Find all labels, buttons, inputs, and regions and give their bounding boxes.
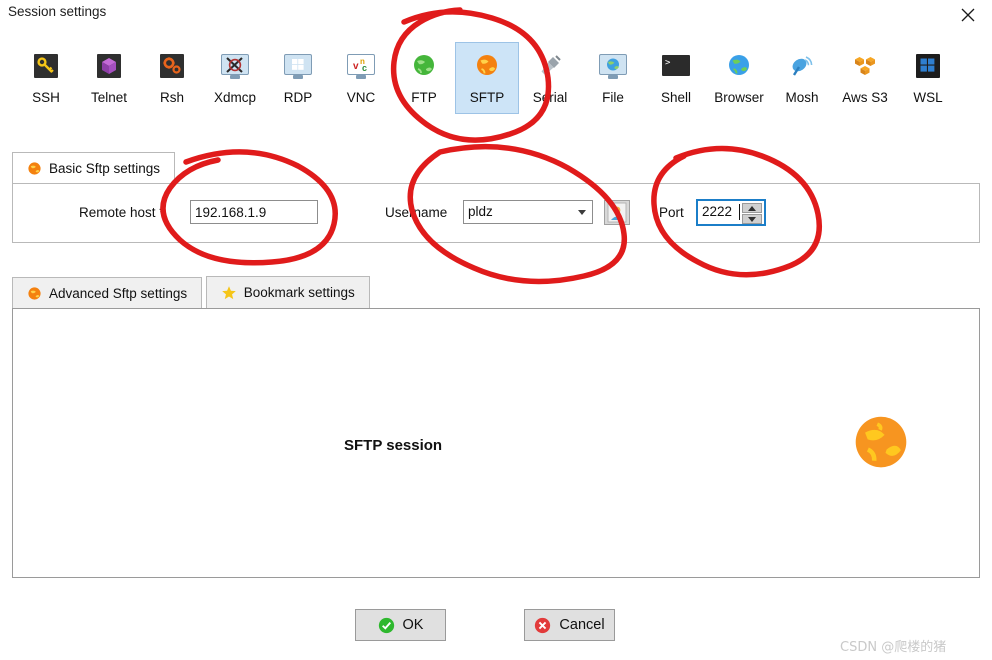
protocol-label: SSH	[32, 90, 60, 105]
cube-icon	[93, 50, 125, 82]
remote-host-label: Remote host *	[79, 205, 165, 220]
protocol-label: Browser	[714, 90, 764, 105]
username-value: pldz	[468, 204, 493, 219]
tab-label: Basic Sftp settings	[49, 161, 161, 176]
basic-tab-strip: Basic Sftp settings	[12, 152, 176, 184]
username-select[interactable]: pldz	[463, 200, 593, 224]
protocol-label: Telnet	[90, 90, 128, 105]
protocol-toolbar: SSH Telnet Rsh Xdmcp RDP v n c VNC FTP S…	[0, 34, 992, 118]
green-globe-icon	[408, 50, 440, 82]
orange-globe-icon	[27, 161, 42, 176]
tab-label: Bookmark settings	[243, 285, 355, 300]
cancel-button-label: Cancel	[559, 617, 605, 633]
tab-label: Advanced Sftp settings	[49, 285, 188, 301]
gears-icon	[156, 50, 188, 82]
svg-text:c: c	[362, 63, 367, 73]
spinner-up-icon[interactable]	[742, 203, 762, 213]
windows-icon	[912, 50, 944, 82]
chevron-down-icon	[578, 210, 586, 215]
protocol-rsh[interactable]: Rsh	[140, 42, 204, 114]
port-label: Port	[659, 205, 684, 220]
protocol-label: Aws S3	[842, 90, 888, 105]
protocol-serial[interactable]: Serial	[518, 42, 582, 114]
blue-globe-icon	[723, 50, 755, 82]
protocol-label: File	[602, 90, 624, 105]
svg-text:>: >	[665, 58, 671, 68]
protocol-label: FTP	[411, 90, 437, 105]
ok-button-label: OK	[402, 617, 424, 633]
session-title: SFTP session	[344, 437, 443, 454]
protocol-ssh[interactable]: SSH	[14, 42, 78, 114]
protocol-label: Xdmcp	[213, 90, 257, 105]
tab-basic-sftp-settings[interactable]: Basic Sftp settings	[12, 152, 176, 184]
terminal-icon: >	[660, 50, 692, 82]
orange-globe-icon	[27, 286, 42, 301]
protocol-browser[interactable]: Browser	[707, 42, 771, 114]
spinner-down-icon[interactable]	[742, 214, 762, 224]
text-cursor	[739, 204, 740, 220]
svg-text:v: v	[353, 61, 359, 72]
protocol-sftp[interactable]: SFTP	[455, 42, 519, 114]
window-titlebar: Session settings	[0, 0, 992, 30]
orange-globe-icon	[471, 50, 503, 82]
session-content-panel	[12, 308, 980, 578]
file-monitor-icon	[597, 50, 629, 82]
protocol-mosh[interactable]: Mosh	[770, 42, 834, 114]
protocol-shell[interactable]: > Shell	[644, 42, 708, 114]
protocol-wsl[interactable]: WSL	[896, 42, 960, 114]
protocol-xdmcp[interactable]: Xdmcp	[203, 42, 267, 114]
port-spinner[interactable]: 2222	[696, 199, 766, 226]
protocol-label: Serial	[532, 90, 568, 105]
remote-host-input[interactable]	[190, 200, 318, 224]
orange-globe-icon	[851, 412, 911, 472]
protocol-telnet[interactable]: Telnet	[77, 42, 141, 114]
protocol-ftp[interactable]: FTP	[392, 42, 456, 114]
username-label: Username	[385, 205, 448, 220]
tab-advanced-sftp-settings[interactable]: Advanced Sftp settings	[12, 276, 203, 309]
protocol-label: RDP	[283, 90, 313, 105]
protocol-label: VNC	[346, 90, 376, 105]
protocol-label: Shell	[660, 90, 692, 105]
satellite-dish-icon	[786, 50, 818, 82]
vnc-monitor-icon: v n c	[345, 50, 377, 82]
protocol-rdp[interactable]: RDP	[266, 42, 330, 114]
protocol-label: Rsh	[159, 90, 184, 105]
protocol-label: Mosh	[785, 90, 819, 105]
window-title: Session settings	[8, 4, 107, 19]
protocol-label: WSL	[913, 90, 943, 105]
x-monitor-icon	[219, 50, 251, 82]
watermark: CSDN @爬楼的猪	[840, 640, 947, 655]
ok-button[interactable]: OK	[355, 609, 446, 641]
close-icon[interactable]	[948, 2, 988, 28]
check-circle-icon	[378, 617, 395, 634]
x-circle-icon	[534, 617, 551, 634]
aws-cubes-icon	[849, 50, 881, 82]
secondary-tab-strip: Advanced Sftp settings Bookmark settings	[12, 276, 370, 309]
select-user-button[interactable]	[604, 200, 630, 225]
serial-plug-icon	[534, 50, 566, 82]
protocol-aws-s3[interactable]: Aws S3	[833, 42, 897, 114]
star-icon	[221, 285, 237, 301]
windows-monitor-icon	[282, 50, 314, 82]
protocol-file[interactable]: File	[581, 42, 645, 114]
key-icon	[30, 50, 62, 82]
protocol-vnc[interactable]: v n c VNC	[329, 42, 393, 114]
protocol-label: SFTP	[469, 90, 505, 105]
port-value: 2222	[702, 204, 733, 219]
cancel-button[interactable]: Cancel	[524, 609, 615, 641]
tab-bookmark-settings[interactable]: Bookmark settings	[205, 276, 370, 308]
